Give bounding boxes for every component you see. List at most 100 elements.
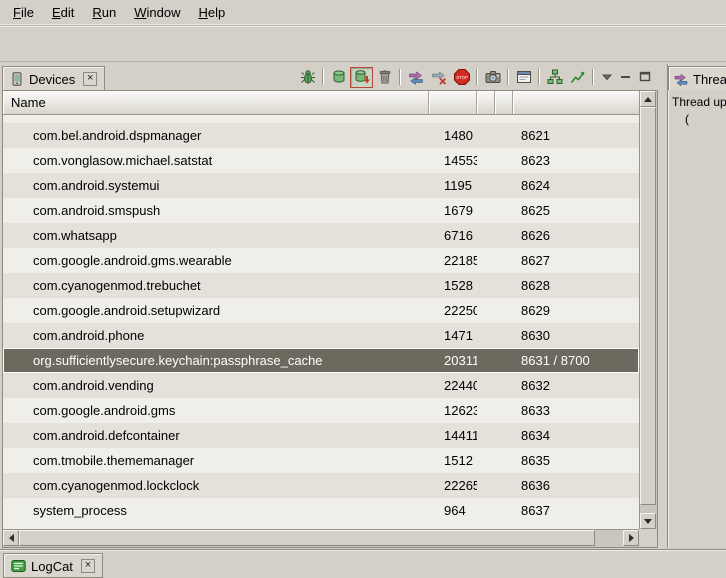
- method-profiling-button[interactable]: [566, 67, 589, 88]
- arrow-down-icon: [644, 519, 652, 524]
- minimize-view-button[interactable]: [616, 68, 635, 87]
- process-port: 8633: [513, 398, 639, 423]
- process-row[interactable]: com.android.defcontainer 14411 8634: [3, 423, 639, 448]
- toolbar-separator: [538, 69, 540, 85]
- process-heap-cell: [477, 348, 495, 373]
- menubar: File Edit Run Window Help: [0, 0, 726, 26]
- horizontal-scrollbar[interactable]: [3, 529, 639, 547]
- process-row[interactable]: com.android.smspush 1679 8625: [3, 198, 639, 223]
- update-threads-icon: [408, 69, 424, 85]
- process-name: org.sufficientlysecure.keychain:passphra…: [3, 348, 429, 373]
- process-port: 8636: [513, 473, 639, 498]
- column-header-name[interactable]: Name: [3, 91, 429, 114]
- vertical-scrollbar-thumb[interactable]: [640, 107, 656, 505]
- process-row[interactable]: com.cyanogenmod.lockclock 22265 8636: [3, 473, 639, 498]
- tab-threads[interactable]: Threa: [668, 66, 726, 90]
- scrollbar-corner: [639, 529, 657, 547]
- process-row[interactable]: com.google.android.gms.wearable 22185 86…: [3, 248, 639, 273]
- process-threads-cell: [495, 248, 513, 273]
- process-heap-cell: [477, 273, 495, 298]
- threads-message-line1: Thread up: [672, 95, 726, 109]
- process-row[interactable]: com.bel.android.dspmanager 1480 8621: [3, 123, 639, 148]
- toolbar-separator: [507, 69, 509, 85]
- process-pid: 22185: [429, 248, 477, 273]
- arrow-left-icon: [9, 534, 14, 542]
- column-header-threads[interactable]: [495, 91, 513, 114]
- process-row[interactable]: com.google.android.setupwizard 22250 862…: [3, 298, 639, 323]
- process-pid: 1471: [429, 323, 477, 348]
- menu-run[interactable]: Run: [83, 1, 125, 24]
- process-row[interactable]: org.sufficientlysecure.keychain:passphra…: [3, 348, 639, 373]
- process-row[interactable]: com.android.systemui 1195 8624: [3, 173, 639, 198]
- process-row[interactable]: com.cyanogenmod.trebuchet 1528 8628: [3, 273, 639, 298]
- logcat-icon: [11, 559, 26, 573]
- cause-gc-button[interactable]: [373, 67, 396, 88]
- menu-file[interactable]: File: [4, 1, 43, 24]
- process-port: 8624: [513, 173, 639, 198]
- devices-toolbar: STOP: [296, 65, 660, 89]
- process-name: com.vonglasow.michael.satstat: [3, 148, 429, 173]
- update-heap-button[interactable]: [327, 67, 350, 88]
- screen-capture-button[interactable]: [481, 67, 504, 88]
- process-heap-cell: [477, 448, 495, 473]
- tab-logcat[interactable]: LogCat ×: [3, 553, 103, 578]
- tab-devices-close-icon[interactable]: ×: [83, 72, 97, 86]
- process-heap-cell: [477, 373, 495, 398]
- menu-help[interactable]: Help: [189, 1, 234, 24]
- toolbar-separator: [322, 69, 324, 85]
- process-name: com.android.smspush: [3, 198, 429, 223]
- dump-hprof-button[interactable]: [350, 67, 373, 88]
- process-port: 8626: [513, 223, 639, 248]
- process-threads-cell: [495, 423, 513, 448]
- process-heap-cell: [477, 473, 495, 498]
- column-header-pid[interactable]: [429, 91, 477, 114]
- process-heap-cell: [477, 173, 495, 198]
- tab-devices[interactable]: Devices ×: [2, 66, 105, 90]
- process-row[interactable]: com.android.phone 1471 8630: [3, 323, 639, 348]
- process-heap-cell: [477, 298, 495, 323]
- column-header-port[interactable]: [513, 91, 639, 114]
- horizontal-scrollbar-thumb[interactable]: [19, 530, 595, 546]
- process-threads-cell: [495, 298, 513, 323]
- column-header-heap[interactable]: [477, 91, 495, 114]
- tab-logcat-close-icon[interactable]: ×: [81, 559, 95, 573]
- debug-process-button[interactable]: [296, 67, 319, 88]
- process-pid: 1195: [429, 173, 477, 198]
- view-menu-chevron-icon: [599, 69, 615, 85]
- process-row[interactable]: system_process 964 8637: [3, 498, 639, 523]
- menu-window[interactable]: Window: [125, 1, 189, 24]
- process-name: com.android.systemui: [3, 173, 429, 198]
- process-row[interactable]: com.vonglasow.michael.satstat 14553 8623: [3, 148, 639, 173]
- maximize-view-button[interactable]: [635, 68, 654, 87]
- process-pid: 20311: [429, 348, 477, 373]
- process-threads-cell: [495, 148, 513, 173]
- view-menu-button[interactable]: [597, 68, 616, 87]
- dump-threads-button[interactable]: [427, 67, 450, 88]
- scroll-down-button[interactable]: [640, 513, 656, 529]
- scroll-right-button[interactable]: [623, 530, 639, 546]
- cause-gc-icon: [377, 69, 393, 85]
- process-name: com.cyanogenmod.trebuchet: [3, 273, 429, 298]
- process-port: 8632: [513, 373, 639, 398]
- menu-edit[interactable]: Edit: [43, 1, 83, 24]
- system-info-button[interactable]: [512, 67, 535, 88]
- process-pid: 22440: [429, 373, 477, 398]
- update-threads-button[interactable]: [404, 67, 427, 88]
- scroll-up-button[interactable]: [640, 91, 656, 107]
- process-table-frame: Name com.bel.android.dspmanager 1480 862…: [2, 90, 658, 548]
- scroll-left-button[interactable]: [3, 530, 19, 546]
- process-threads-cell: [495, 373, 513, 398]
- vertical-scrollbar[interactable]: [639, 91, 657, 529]
- process-row[interactable]: com.tmobile.thememanager 1512 8635: [3, 448, 639, 473]
- stop-process-button[interactable]: STOP: [450, 67, 473, 88]
- process-threads-cell: [495, 398, 513, 423]
- dump-threads-icon: [431, 69, 447, 85]
- process-row[interactable]: com.android.vending 22440 8632: [3, 373, 639, 398]
- process-threads-cell: [495, 323, 513, 348]
- process-port: 8623: [513, 148, 639, 173]
- process-row[interactable]: com.google.android.gms 12623 8633: [3, 398, 639, 423]
- process-row[interactable]: com.whatsapp 6716 8626: [3, 223, 639, 248]
- toolbar-separator: [592, 69, 594, 85]
- process-name: com.cyanogenmod.lockclock: [3, 473, 429, 498]
- hierarchy-view-button[interactable]: [543, 67, 566, 88]
